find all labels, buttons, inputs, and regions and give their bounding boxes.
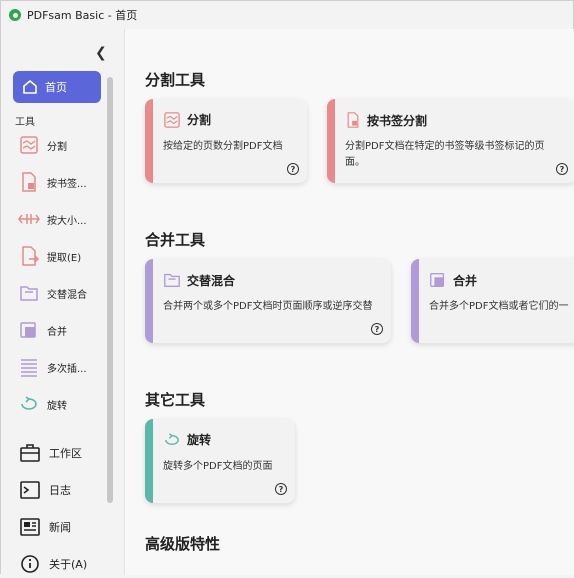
split-icon — [17, 134, 41, 156]
section-title-premium-features: 高级版特性 — [145, 535, 221, 553]
card-accent-bar — [145, 259, 153, 343]
main-content: 分割工具 分割 按给定的页数分割PDF文档 ? 按书签分割 分割PDF文档在特定… — [124, 29, 574, 575]
merge-icon — [430, 273, 445, 287]
tool-card-bookmark-split[interactable]: 按书签分割 分割PDF文档在特定的书签等级书签标记的页面。 ? — [327, 99, 574, 183]
sidebar-item-label: 日志 — [49, 484, 71, 497]
card-title: 旋转 — [187, 433, 212, 447]
home-icon — [23, 80, 37, 94]
tool-card-merge[interactable]: 合并 合并多个PDF文档或者它们的一 — [411, 259, 574, 343]
sidebar-home-button[interactable]: 首页 — [13, 71, 101, 103]
collapse-sidebar-icon[interactable]: ❮ — [95, 45, 107, 61]
sidebar-item-merge[interactable]: 合并 — [17, 316, 103, 344]
app-window: PDFsam Basic - 首页 ❮ 首页 工具 分割 按书签... 按大小.… — [0, 0, 574, 575]
alternate-mix-icon — [164, 273, 180, 287]
help-icon[interactable]: ? — [287, 163, 299, 175]
sidebar-item-label: 分割 — [47, 141, 67, 153]
card-title: 交替混合 — [187, 273, 236, 288]
card-accent-bar — [145, 99, 153, 183]
sidebar-item-split[interactable]: 分割 — [17, 131, 103, 159]
tool-card-rotate[interactable]: 旋转 旋转多个PDF文档的页面 ? — [145, 419, 295, 503]
sidebar-item-label: 交替混合 — [47, 289, 87, 301]
sidebar-item-multi-insert[interactable]: 多次插... — [17, 353, 103, 381]
help-icon[interactable]: ? — [556, 163, 568, 175]
rotate-icon — [165, 432, 179, 445]
app-logo-icon — [9, 9, 21, 21]
sidebar-item-log[interactable]: 日志 — [17, 476, 103, 504]
title-bar: PDFsam Basic - 首页 — [1, 1, 574, 29]
sidebar-item-label: 提取(E) — [47, 252, 82, 264]
sidebar-item-workspace[interactable]: 工作区 — [17, 439, 103, 467]
card-description: 按给定的页数分割PDF文档 — [163, 141, 283, 152]
sidebar-item-label: 工作区 — [49, 447, 82, 460]
section-title-other-tools: 其它工具 — [145, 391, 206, 409]
bookmark-split-icon — [347, 112, 359, 128]
split-icon — [164, 111, 180, 128]
rotate-icon — [17, 393, 41, 415]
sidebar-item-extract[interactable]: 提取(E) — [17, 242, 103, 270]
sidebar-item-news[interactable]: 新闻 — [17, 513, 103, 541]
card-description: 旋转多个PDF文档的页面 — [163, 461, 273, 472]
sidebar-item-rotate[interactable]: 旋转 — [17, 390, 103, 418]
card-accent-bar — [411, 259, 419, 343]
section-title-merge-tools: 合并工具 — [145, 231, 206, 249]
tools-section-label: 工具 — [15, 117, 35, 128]
sidebar-item-label: 合并 — [47, 326, 67, 338]
section-title-split-tools: 分割工具 — [145, 71, 206, 89]
card-description: 分割PDF文档在特定的书签等级书签标记的页面。 — [345, 141, 545, 168]
sidebar-item-bookmark-split[interactable]: 按书签... — [17, 168, 103, 196]
help-icon[interactable]: ? — [275, 483, 287, 495]
sidebar-item-label: 新闻 — [49, 521, 71, 534]
tool-card-alternate-mix[interactable]: 交替混合 合并两个或多个PDF文档时页面顺序或逆序交替 ? — [145, 259, 391, 343]
alternate-mix-icon — [17, 282, 41, 304]
sidebar-scrollbar[interactable] — [107, 77, 113, 503]
sidebar-item-label: 按大小... — [47, 215, 87, 227]
news-icon — [17, 516, 43, 538]
extract-icon — [17, 245, 41, 267]
card-title: 分割 — [187, 113, 212, 127]
info-icon — [17, 553, 43, 575]
sidebar-item-label: 关于(A) — [49, 558, 88, 571]
sidebar-item-size-split[interactable]: 按大小... — [17, 205, 103, 233]
merge-icon — [17, 319, 41, 341]
sidebar-item-label: 多次插... — [47, 363, 87, 375]
tool-card-split[interactable]: 分割 按给定的页数分割PDF文档 ? — [145, 99, 307, 183]
multi-insert-icon — [17, 356, 41, 378]
log-icon — [17, 479, 43, 501]
sidebar-item-alternate-mix[interactable]: 交替混合 — [17, 279, 103, 307]
sidebar-home-label: 首页 — [45, 81, 67, 94]
bookmark-split-icon — [17, 171, 41, 193]
briefcase-icon — [17, 442, 43, 464]
card-description: 合并两个或多个PDF文档时页面顺序或逆序交替 — [163, 301, 373, 312]
sidebar-item-label: 按书签... — [47, 178, 87, 190]
card-description: 合并多个PDF文档或者它们的一 — [429, 301, 569, 312]
sidebar-item-label: 旋转 — [47, 400, 67, 412]
card-accent-bar — [145, 419, 153, 503]
sidebar: ❮ 首页 工具 分割 按书签... 按大小... 提取(E) 交替混合 合并 多… — [1, 29, 124, 575]
size-split-icon — [17, 208, 41, 230]
window-title: PDFsam Basic - 首页 — [27, 9, 138, 22]
card-accent-bar — [327, 99, 335, 183]
card-title: 按书签分割 — [367, 113, 428, 128]
help-icon[interactable]: ? — [371, 323, 383, 335]
card-title: 合并 — [453, 273, 478, 288]
